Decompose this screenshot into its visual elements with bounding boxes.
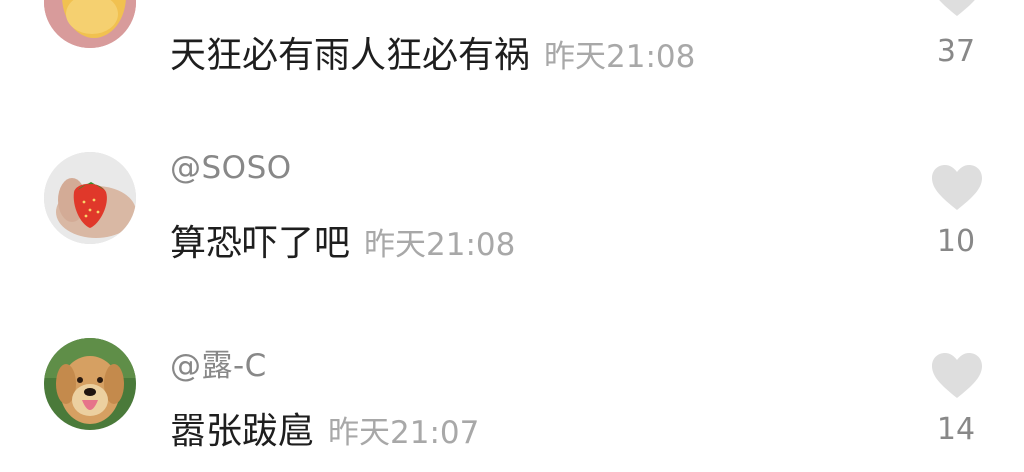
heart-icon[interactable] [930,164,984,212]
heart-icon[interactable] [930,0,984,18]
avatar-icon [44,0,136,48]
comment-item-2: @SOSO 算恐吓了吧 昨天21:08 10 [0,140,1024,280]
comment-time: 昨天21:08 [364,227,516,263]
dog-avatar-icon [44,338,136,430]
comment-item-3: @露-C 嚣张跋扈 昨天21:07 14 [0,330,1024,470]
like-count: 10 [936,224,976,259]
comment-text: 嚣张跋扈 [170,411,315,452]
comment-item-1: 天狂必有雨人狂必有祸 昨天21:08 37 [0,0,1024,100]
avatar[interactable] [44,0,136,48]
username[interactable]: @露-C [170,340,267,385]
avatar[interactable] [44,338,136,430]
comment-line: 算恐吓了吧 昨天21:08 [170,214,515,266]
comment-text: 天狂必有雨人狂必有祸 [170,35,531,76]
strawberry-avatar-icon [44,152,136,244]
comment-line: 天狂必有雨人狂必有祸 昨天21:08 [170,26,695,78]
comment-time: 昨天21:07 [328,415,480,451]
comment-line: 嚣张跋扈 昨天21:07 [170,402,479,454]
avatar[interactable] [44,152,136,244]
comment-time: 昨天21:08 [544,39,696,75]
like-count: 37 [936,34,976,69]
username[interactable]: @SOSO [170,150,292,186]
comment-text: 算恐吓了吧 [170,223,351,264]
like-count: 14 [936,412,976,447]
heart-icon[interactable] [930,352,984,400]
